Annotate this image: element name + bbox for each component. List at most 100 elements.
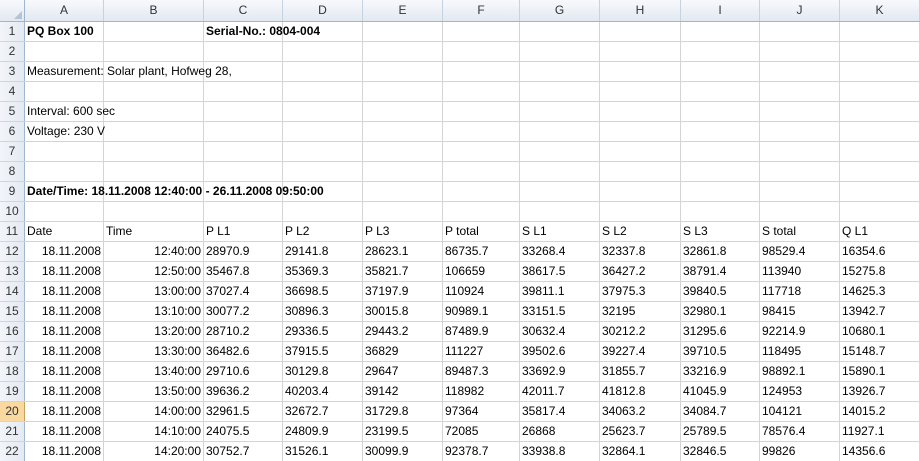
cell[interactable] [443,182,520,201]
table-cell[interactable]: 104121 [760,402,840,421]
table-cell[interactable]: 11927.1 [840,422,920,441]
cell[interactable] [600,182,681,201]
table-cell[interactable]: 25623.7 [600,422,681,441]
table-cell[interactable]: 31295.6 [681,322,760,341]
row-header[interactable]: 19 [0,382,25,401]
cell[interactable] [840,122,920,141]
cell[interactable] [520,182,600,201]
cell[interactable] [25,162,104,181]
table-cell[interactable]: 30015.8 [363,302,443,321]
table-cell[interactable]: 32337.8 [600,242,681,261]
table-cell[interactable]: 30129.8 [283,362,363,381]
table-cell[interactable]: 18.11.2008 [25,422,104,441]
table-cell[interactable]: 28710.2 [204,322,283,341]
table-cell[interactable]: 18.11.2008 [25,342,104,361]
column-header-f[interactable]: F [443,0,520,21]
cell[interactable] [520,62,600,81]
table-cell[interactable]: 13:40:00 [104,362,204,381]
table-cell[interactable]: 33938.8 [520,442,600,461]
cell[interactable] [681,22,760,41]
table-cell[interactable]: 15148.7 [840,342,920,361]
table-cell[interactable]: 36427.2 [600,262,681,281]
column-header-g[interactable]: G [520,0,600,21]
cell-a1[interactable]: PQ Box 100 [25,22,104,41]
cell[interactable] [600,202,681,221]
table-cell[interactable]: 87489.9 [443,322,520,341]
table-cell[interactable]: 28623.1 [363,242,443,261]
cell[interactable] [760,22,840,41]
table-cell[interactable]: 40203.4 [283,382,363,401]
cell[interactable] [25,202,104,221]
table-cell[interactable]: 31526.1 [283,442,363,461]
cell[interactable] [520,142,600,161]
cell[interactable] [204,102,283,121]
table-cell[interactable]: 33692.9 [520,362,600,381]
table-cell[interactable]: 36482.6 [204,342,283,361]
table-cell[interactable]: 24809.9 [283,422,363,441]
table-cell[interactable]: 37915.5 [283,342,363,361]
cell[interactable] [681,42,760,61]
table-cell[interactable]: 33216.9 [681,362,760,381]
cell[interactable] [443,62,520,81]
table-cell[interactable]: 39502.6 [520,342,600,361]
row-header[interactable]: 4 [0,82,25,101]
column-label-s-total[interactable]: S total [760,222,840,241]
table-cell[interactable]: 13:20:00 [104,322,204,341]
table-cell[interactable]: 30896.3 [283,302,363,321]
cell[interactable] [760,162,840,181]
table-cell[interactable]: 29710.6 [204,362,283,381]
table-cell[interactable]: 37027.4 [204,282,283,301]
table-cell[interactable]: 37197.9 [363,282,443,301]
row-header[interactable]: 16 [0,322,25,341]
cell[interactable] [363,182,443,201]
cell-a5[interactable]: Interval: 600 sec [25,102,115,121]
cell[interactable] [520,202,600,221]
cell[interactable] [104,42,204,61]
cell[interactable] [520,42,600,61]
table-cell[interactable]: 18.11.2008 [25,302,104,321]
table-cell[interactable]: 18.11.2008 [25,382,104,401]
row-header[interactable]: 9 [0,182,25,201]
cell[interactable] [600,82,681,101]
cell[interactable] [283,62,363,81]
cell[interactable] [681,102,760,121]
table-cell[interactable]: 41045.9 [681,382,760,401]
table-cell[interactable]: 30632.4 [520,322,600,341]
column-header-j[interactable]: J [760,0,840,21]
cell[interactable] [760,102,840,121]
table-cell[interactable]: 118982 [443,382,520,401]
row-header[interactable]: 22 [0,442,25,461]
select-all-corner[interactable] [0,0,25,21]
table-cell[interactable]: 18.11.2008 [25,442,104,461]
table-cell[interactable]: 86735.7 [443,242,520,261]
table-cell[interactable]: 18.11.2008 [25,242,104,261]
cell[interactable] [443,22,520,41]
column-header-c[interactable]: C [204,0,283,21]
cell[interactable] [520,122,600,141]
table-cell[interactable]: 29141.8 [283,242,363,261]
cell[interactable] [204,122,283,141]
table-cell[interactable]: 78576.4 [760,422,840,441]
cell[interactable] [363,202,443,221]
table-cell[interactable]: 35821.7 [363,262,443,281]
table-cell[interactable]: 24075.5 [204,422,283,441]
column-header-e[interactable]: E [363,0,443,21]
cell[interactable] [283,122,363,141]
table-cell[interactable]: 10680.1 [840,322,920,341]
column-header-i[interactable]: I [681,0,760,21]
table-cell[interactable]: 39811.1 [520,282,600,301]
table-cell[interactable]: 106659 [443,262,520,281]
cell[interactable] [443,42,520,61]
cell-a3[interactable]: Measurement: Solar plant, Hofweg 28, [25,62,232,81]
cell[interactable] [443,82,520,101]
table-cell[interactable]: 35369.3 [283,262,363,281]
cell[interactable] [283,42,363,61]
cell-c1[interactable]: Serial-No.: 0804-004 [204,22,320,41]
cell[interactable] [363,142,443,161]
table-cell[interactable]: 32195 [600,302,681,321]
table-cell[interactable]: 30099.9 [363,442,443,461]
table-cell[interactable]: 32672.7 [283,402,363,421]
cell[interactable] [283,82,363,101]
cell[interactable] [25,42,104,61]
table-cell[interactable]: 124953 [760,382,840,401]
